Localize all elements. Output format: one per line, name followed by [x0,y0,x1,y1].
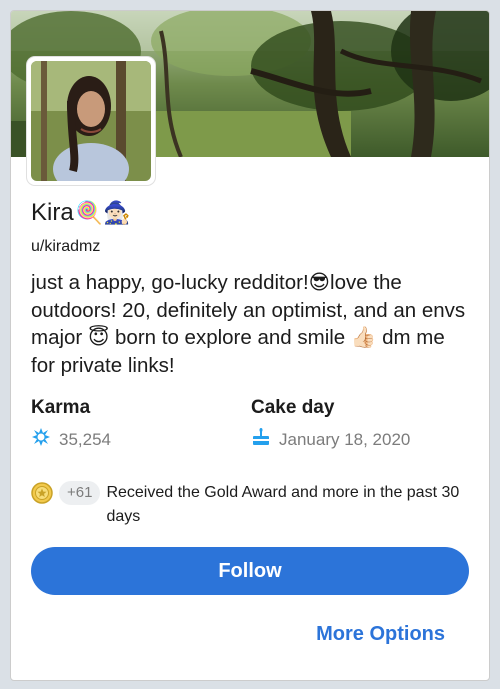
cakeday-label: Cake day [251,397,335,418]
username[interactable]: u/kiradmz [31,238,100,256]
display-name: Kira 🍭🧙🏻‍♀️ [31,199,130,227]
karma-label: Karma [31,397,91,418]
karma-value: 35,254 [59,429,111,449]
profile-card: Kira 🍭🧙🏻‍♀️ u/kiradmz just a happy, go-l… [10,10,490,681]
profile-bio: just a happy, go-lucky redditor!😎love th… [31,271,466,377]
cake-icon [251,427,271,452]
follow-button[interactable]: Follow [31,547,469,595]
display-name-text: Kira [31,199,74,226]
cakeday-value: January 18, 2020 [279,429,411,449]
karma-stat: Karma 35,254 [31,397,111,452]
cakeday-stat: Cake day January 18, 2020 [251,397,410,452]
award-count-badge: +61 [59,481,101,505]
awards-text: Received the Gold Award and more in the … [106,484,460,525]
display-name-emojis: 🍭🧙🏻‍♀️ [75,200,131,225]
karma-icon [31,427,51,452]
gold-award-icon [31,482,53,512]
more-options-button[interactable]: More Options [316,623,445,646]
avatar [27,57,155,185]
awards-summary[interactable]: +61 Received the Gold Award and more in … [31,481,471,529]
